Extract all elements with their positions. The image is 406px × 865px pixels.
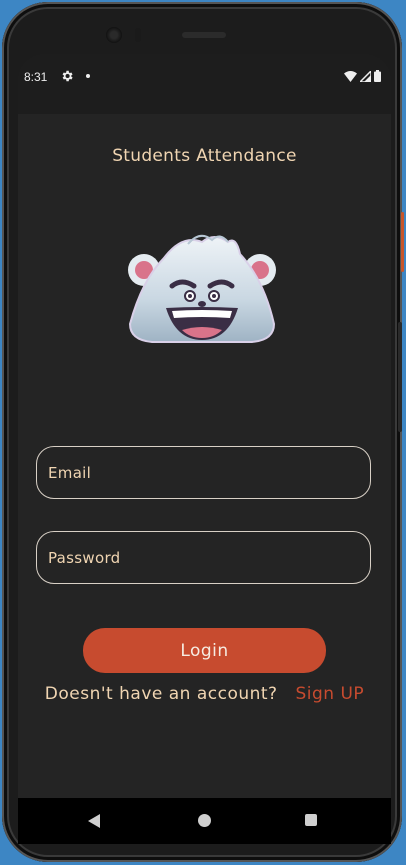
front-camera bbox=[106, 27, 122, 43]
yeti-mascot-logo bbox=[128, 234, 276, 343]
notification-dot-icon bbox=[86, 74, 90, 78]
password-placeholder: Password bbox=[48, 548, 121, 567]
login-screen: Students Attendance Email Password Login… bbox=[18, 114, 391, 798]
signup-prompt: Doesn't have an account? bbox=[44, 684, 278, 704]
battery-icon bbox=[374, 70, 381, 82]
signup-link[interactable]: Sign UP bbox=[296, 684, 365, 704]
email-field[interactable]: Email bbox=[36, 446, 371, 499]
screen: 8:31 Students Attendance Email Password … bbox=[18, 54, 391, 844]
recents-icon[interactable] bbox=[305, 814, 317, 826]
earpiece-speaker bbox=[182, 32, 226, 38]
back-icon[interactable] bbox=[88, 814, 100, 828]
email-placeholder: Email bbox=[48, 463, 92, 482]
password-field[interactable]: Password bbox=[36, 531, 371, 584]
volume-button bbox=[398, 322, 402, 432]
home-icon[interactable] bbox=[198, 814, 211, 827]
signal-icon bbox=[360, 70, 371, 82]
login-button[interactable]: Login bbox=[83, 628, 326, 673]
status-icons bbox=[344, 70, 381, 82]
status-time: 8:31 bbox=[24, 70, 48, 84]
signup-row: Doesn't have an account? Sign UP bbox=[18, 684, 391, 704]
wifi-icon bbox=[344, 70, 357, 82]
status-bar: 8:31 bbox=[18, 54, 391, 114]
navigation-bar bbox=[18, 798, 391, 844]
sensor bbox=[135, 28, 141, 42]
app-title: Students Attendance bbox=[112, 146, 297, 166]
power-button bbox=[401, 212, 404, 272]
gear-icon bbox=[62, 70, 73, 82]
phone-frame: 8:31 Students Attendance Email Password … bbox=[2, 2, 404, 862]
